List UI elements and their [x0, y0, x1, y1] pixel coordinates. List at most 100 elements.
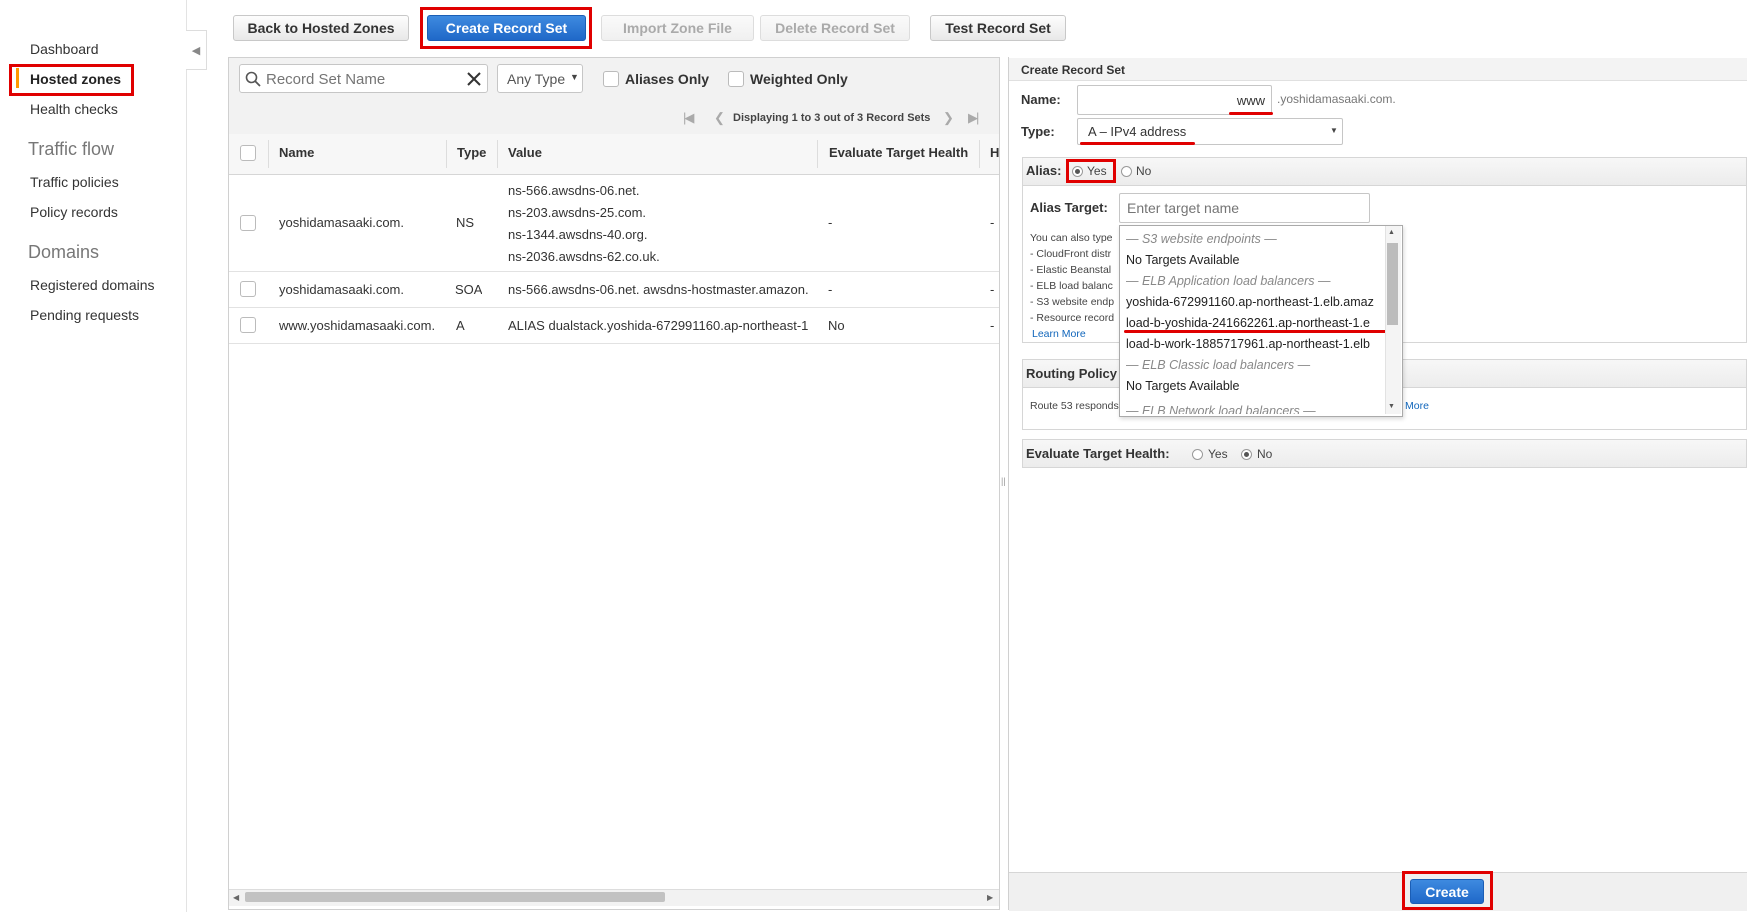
alias-target-input[interactable]	[1119, 193, 1370, 223]
underline-selected-load-balancer	[1124, 330, 1390, 333]
dropdown-option[interactable]: No Targets Available	[1126, 379, 1376, 393]
aliases-only-label: Aliases Only	[625, 71, 710, 87]
form-footer	[1009, 872, 1747, 911]
nav-policy-records[interactable]: Policy records	[30, 204, 118, 220]
help-line: - ELB load balanc	[1030, 280, 1113, 292]
column-header-value[interactable]: Value	[508, 145, 542, 160]
eval-yes-radio[interactable]	[1192, 449, 1203, 460]
scroll-right-icon[interactable]: ▶	[987, 893, 993, 902]
select-all-checkbox[interactable]	[240, 145, 256, 161]
scroll-up-icon[interactable]: ▲	[1388, 229, 1395, 236]
dropdown-scrollbar-thumb[interactable]	[1387, 243, 1398, 325]
routing-more-link[interactable]: More	[1405, 400, 1429, 412]
pagination-text: Displaying 1 to 3 out of 3 Record Sets	[733, 112, 931, 124]
column-divider	[497, 140, 498, 168]
search-input[interactable]	[264, 68, 458, 90]
name-input-value: www	[1236, 93, 1265, 108]
dropdown-group-header: — ELB Application load balancers —	[1126, 274, 1331, 288]
left-navigation	[0, 0, 187, 912]
search-icon	[245, 71, 261, 87]
weighted-only-label: Weighted Only	[750, 71, 848, 87]
previous-page-icon[interactable]: ❮	[714, 110, 725, 126]
caret-down-icon: ▼	[1330, 126, 1338, 135]
eval-no-radio[interactable]	[1241, 449, 1252, 460]
nav-health-checks[interactable]: Health checks	[30, 101, 118, 117]
type-filter-select[interactable]: Any Type ▼	[497, 64, 583, 93]
dropdown-option[interactable]: yoshida-672991160.ap-northeast-1.elb.ama…	[1126, 295, 1384, 309]
dropdown-group-header: — ELB Network load balancers —	[1126, 404, 1316, 414]
column-header-evaluate-target-health[interactable]: Evaluate Target Health	[829, 145, 968, 160]
column-header-h[interactable]: H	[990, 145, 999, 160]
last-page-icon[interactable]: ▶|	[968, 110, 979, 126]
record-name: yoshidamasaaki.com.	[279, 215, 404, 230]
first-page-icon[interactable]: |◀	[683, 110, 694, 126]
type-select[interactable]: A – IPv4 address ▼	[1077, 118, 1343, 145]
alias-no-radio[interactable]	[1121, 166, 1132, 177]
row-checkbox[interactable]	[240, 215, 256, 231]
help-line: - CloudFront distr	[1030, 248, 1112, 260]
test-record-set-button[interactable]: Test Record Set	[930, 15, 1066, 41]
help-line: You can also type	[1030, 232, 1113, 244]
nav-section-domains: Domains	[28, 242, 100, 262]
record-health: -	[990, 215, 995, 230]
record-health: -	[990, 318, 995, 333]
record-eval-health: -	[828, 215, 833, 230]
dropdown-option[interactable]: load-b-yoshida-241662261.ap-northeast-1.…	[1126, 316, 1384, 330]
collapse-nav-button[interactable]: ◀	[186, 30, 207, 70]
row-checkbox[interactable]	[240, 281, 256, 297]
scroll-left-icon[interactable]: ◀	[233, 893, 239, 902]
evaluate-target-health-label: Evaluate Target Health:	[1026, 446, 1170, 461]
underline-name-value	[1229, 112, 1273, 115]
record-eval-health: -	[828, 282, 833, 297]
scroll-down-icon[interactable]: ▼	[1388, 403, 1395, 410]
record-type: NS	[456, 215, 475, 230]
eval-no-label: No	[1257, 447, 1273, 461]
underline-type-value	[1080, 142, 1195, 145]
dropdown-group-header: — S3 website endpoints —	[1126, 232, 1277, 246]
record-health: -	[990, 282, 995, 297]
alias-target-label: Alias Target:	[1030, 200, 1108, 215]
highlight-hosted-zones	[9, 64, 134, 96]
column-header-name[interactable]: Name	[279, 145, 314, 160]
record-value-line: ns-1344.awsdns-40.org.	[508, 227, 648, 242]
chevron-left-icon: ◀	[191, 44, 201, 57]
column-header-type[interactable]: Type	[457, 145, 486, 160]
scrollbar-thumb[interactable]	[245, 892, 665, 902]
dropdown-option[interactable]: No Targets Available	[1126, 253, 1376, 267]
row-checkbox[interactable]	[240, 317, 256, 333]
help-line: - S3 website endp	[1030, 296, 1115, 308]
highlight-create-record-set	[420, 7, 592, 49]
record-type: SOA	[455, 282, 483, 297]
back-to-hosted-zones-button[interactable]: Back to Hosted Zones	[233, 15, 409, 41]
type-filter-value: Any Type	[507, 71, 566, 87]
record-type: A	[456, 318, 465, 333]
nav-section-traffic-flow: Traffic flow	[28, 139, 115, 159]
routing-policy-text: Route 53 responds	[1030, 400, 1119, 412]
column-divider	[979, 140, 980, 168]
type-select-value: A – IPv4 address	[1088, 124, 1187, 139]
delete-record-set-button[interactable]: Delete Record Set	[760, 15, 910, 41]
search-box[interactable]	[239, 64, 488, 93]
record-value-line: ns-203.awsdns-25.com.	[508, 205, 647, 220]
nav-dashboard[interactable]: Dashboard	[30, 41, 99, 57]
dropdown-option[interactable]: load-b-work-1885717961.ap-northeast-1.el…	[1126, 337, 1384, 351]
eval-yes-label: Yes	[1208, 447, 1228, 461]
learn-more-link[interactable]: Learn More	[1032, 328, 1086, 340]
record-value-line: ns-566.awsdns-06.net.	[508, 183, 640, 198]
name-input[interactable]: www	[1077, 85, 1272, 115]
highlight-create-button	[1402, 871, 1493, 910]
next-page-icon[interactable]: ❯	[943, 110, 954, 126]
nav-pending-requests[interactable]: Pending requests	[30, 307, 139, 323]
row-divider	[229, 343, 999, 344]
import-zone-file-button[interactable]: Import Zone File	[601, 15, 754, 41]
nav-registered-domains[interactable]: Registered domains	[30, 277, 155, 293]
aliases-only-checkbox[interactable]	[603, 71, 619, 87]
help-line: - Elastic Beanstal	[1030, 264, 1112, 276]
panel-splitter-handle[interactable]: ||	[1001, 476, 1006, 486]
highlight-alias-yes	[1066, 159, 1116, 183]
record-value-line: ALIAS dualstack.yoshida-672991160.ap-nor…	[508, 318, 809, 333]
alias-no-label: No	[1136, 164, 1152, 178]
weighted-only-checkbox[interactable]	[728, 71, 744, 87]
nav-traffic-policies[interactable]: Traffic policies	[30, 174, 119, 190]
clear-search-icon[interactable]	[467, 72, 481, 86]
